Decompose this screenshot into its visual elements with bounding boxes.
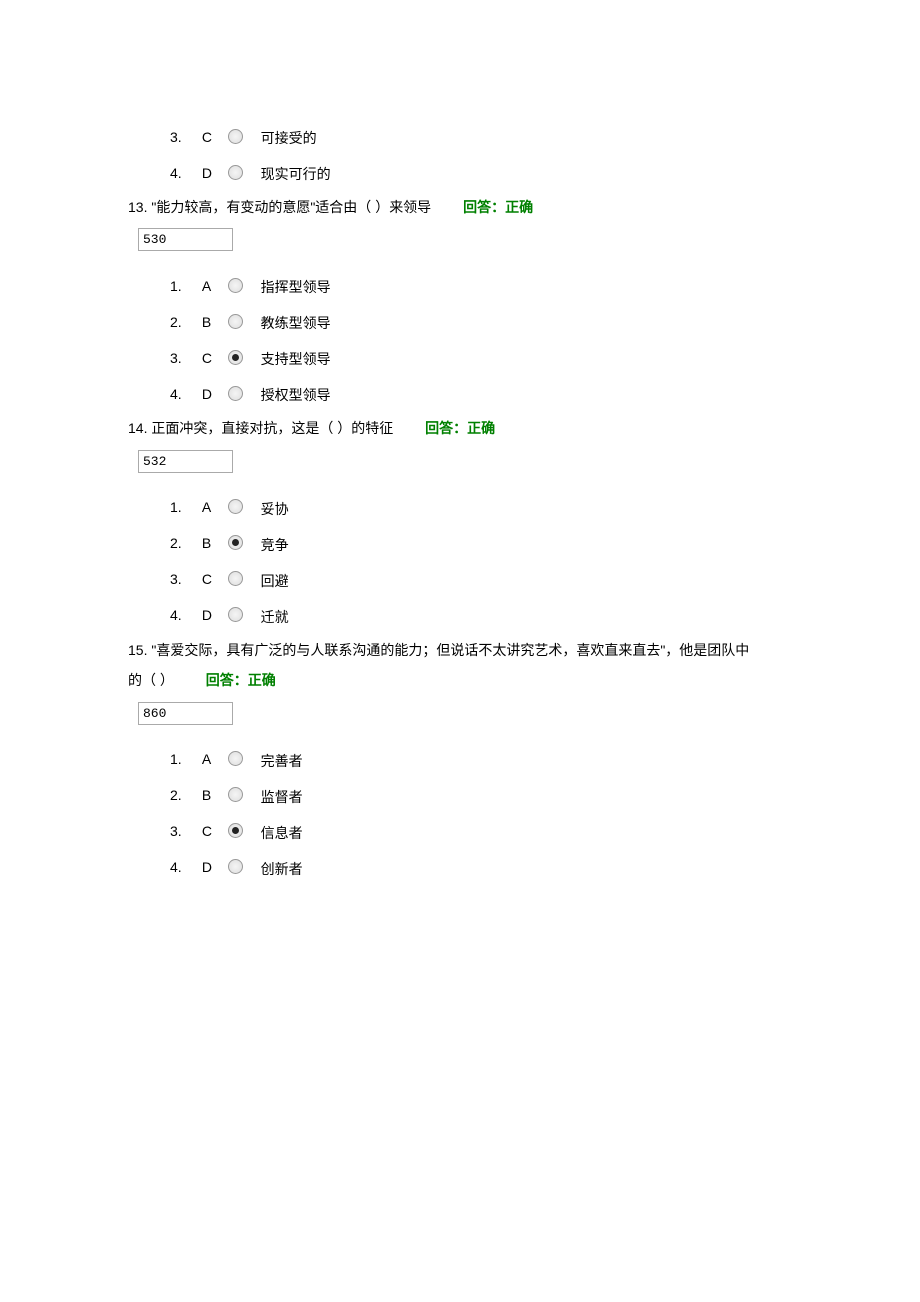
option-number: 1.: [170, 278, 198, 294]
q12-option-d: 4. D 现实可行的: [0, 156, 920, 192]
q13-code-input[interactable]: 530: [138, 228, 233, 251]
option-letter: B: [202, 314, 220, 330]
radio-icon[interactable]: [228, 499, 243, 514]
option-number: 2.: [170, 314, 198, 330]
option-number: 4.: [170, 607, 198, 623]
q14-option-b: 2. B 竞争: [0, 527, 920, 563]
option-number: 3.: [170, 129, 198, 145]
q14-code-input[interactable]: 532: [138, 450, 233, 473]
q13-option-b: 2. B 教练型领导: [0, 305, 920, 341]
option-text: 创新者: [261, 861, 303, 877]
feedback-label: 回答：正确: [425, 420, 495, 436]
option-letter: D: [202, 607, 220, 623]
question-number: 14.: [128, 420, 147, 436]
option-letter: B: [202, 787, 220, 803]
question-text-line2: 的（ ）: [128, 672, 174, 688]
radio-icon[interactable]: [228, 386, 243, 401]
q14-option-a: 1. A 妥协: [0, 491, 920, 527]
option-number: 3.: [170, 571, 198, 587]
q15-code-input[interactable]: 860: [138, 702, 233, 725]
radio-icon[interactable]: [228, 859, 243, 874]
option-number: 4.: [170, 386, 198, 402]
radio-icon[interactable]: [228, 165, 243, 180]
option-letter: C: [202, 129, 220, 145]
q12-option-c: 3. C 可接受的: [0, 120, 920, 156]
option-text: 迁就: [261, 609, 289, 625]
radio-icon[interactable]: [228, 607, 243, 622]
option-number: 2.: [170, 787, 198, 803]
question-number: 15.: [128, 642, 147, 658]
q13-option-c: 3. C 支持型领导: [0, 341, 920, 377]
q15-option-c: 3. C 信息者: [0, 815, 920, 851]
q15-option-d: 4. D 创新者: [0, 851, 920, 887]
option-number: 1.: [170, 751, 198, 767]
q14-stem: 14. 正面冲突，直接对抗，这是（ ）的特征 回答：正确: [0, 413, 920, 443]
radio-icon[interactable]: [228, 129, 243, 144]
radio-icon[interactable]: [228, 314, 243, 329]
option-text: 回避: [261, 573, 289, 589]
option-text: 妥协: [261, 501, 289, 517]
radio-icon[interactable]: [228, 571, 243, 586]
q15-stem-line2: 的（ ） 回答：正确: [0, 665, 920, 695]
question-number: 13.: [128, 199, 147, 215]
option-letter: D: [202, 165, 220, 181]
option-letter: C: [202, 350, 220, 366]
feedback-label: 回答：正确: [463, 199, 533, 215]
option-letter: A: [202, 751, 220, 767]
option-text: 完善者: [261, 753, 303, 769]
option-text: 指挥型领导: [261, 279, 331, 295]
radio-icon-selected[interactable]: [228, 350, 243, 365]
option-text: 教练型领导: [261, 315, 331, 331]
option-number: 3.: [170, 350, 198, 366]
radio-icon[interactable]: [228, 278, 243, 293]
q15-option-a: 1. A 完善者: [0, 743, 920, 779]
option-letter: D: [202, 386, 220, 402]
option-letter: B: [202, 535, 220, 551]
option-text: 支持型领导: [261, 351, 331, 367]
radio-icon-selected[interactable]: [228, 535, 243, 550]
option-text: 现实可行的: [261, 166, 331, 182]
radio-icon-selected[interactable]: [228, 823, 243, 838]
option-number: 4.: [170, 165, 198, 181]
option-text: 竞争: [261, 537, 289, 553]
option-number: 3.: [170, 823, 198, 839]
option-number: 1.: [170, 499, 198, 515]
option-text: 监督者: [261, 789, 303, 805]
option-text: 可接受的: [261, 130, 317, 146]
q14-option-c: 3. C 回避: [0, 563, 920, 599]
radio-icon[interactable]: [228, 751, 243, 766]
q14-option-d: 4. D 迁就: [0, 599, 920, 635]
option-letter: C: [202, 571, 220, 587]
option-letter: D: [202, 859, 220, 875]
question-text: 正面冲突，直接对抗，这是（ ）的特征: [151, 420, 393, 436]
q13-option-a: 1. A 指挥型领导: [0, 269, 920, 305]
option-number: 2.: [170, 535, 198, 551]
question-text: "能力较高，有变动的意愿"适合由（ ）来领导: [151, 199, 431, 215]
option-letter: A: [202, 278, 220, 294]
q15-option-b: 2. B 监督者: [0, 779, 920, 815]
q15-stem: 15. "喜爱交际，具有广泛的与人联系沟通的能力；但说话不太讲究艺术，喜欢直来直…: [0, 635, 920, 665]
option-letter: C: [202, 823, 220, 839]
question-text-line1: "喜爱交际，具有广泛的与人联系沟通的能力；但说话不太讲究艺术，喜欢直来直去"，他…: [151, 642, 749, 658]
feedback-label: 回答：正确: [206, 672, 276, 688]
q13-stem: 13. "能力较高，有变动的意愿"适合由（ ）来领导 回答：正确: [0, 192, 920, 222]
option-text: 信息者: [261, 825, 303, 841]
q13-option-d: 4. D 授权型领导: [0, 377, 920, 413]
option-text: 授权型领导: [261, 387, 331, 403]
option-letter: A: [202, 499, 220, 515]
option-number: 4.: [170, 859, 198, 875]
radio-icon[interactable]: [228, 787, 243, 802]
